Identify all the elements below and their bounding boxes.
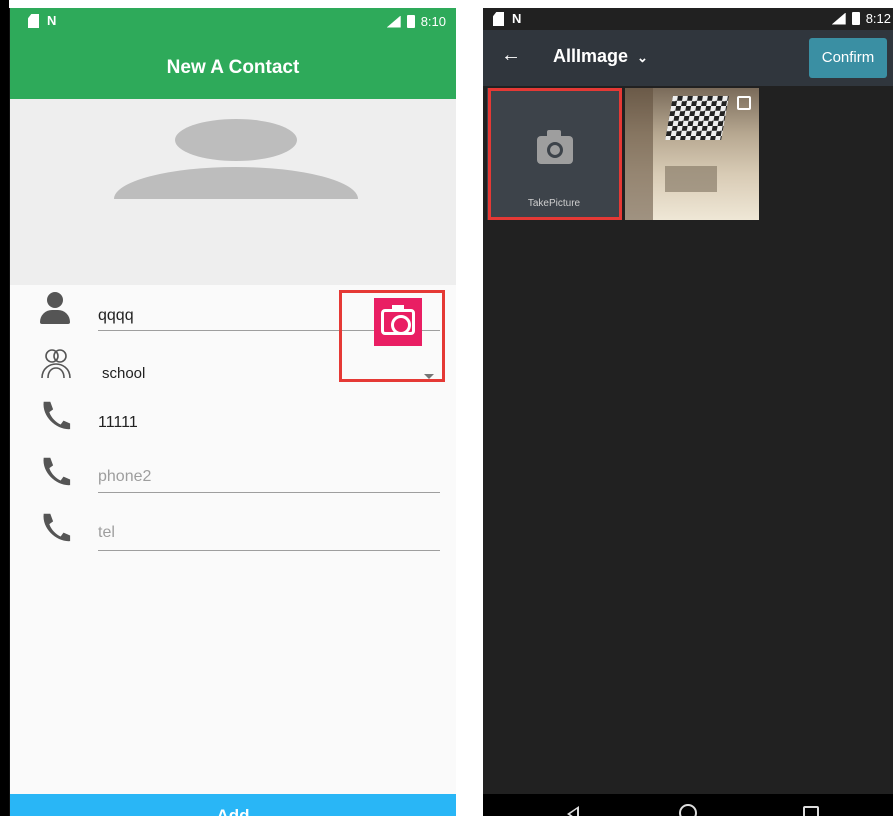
phone1-field[interactable]: 11111	[98, 414, 138, 432]
nav-back-icon[interactable]	[567, 806, 579, 816]
screenshot-pair: N 8:10 New A Contact qqqq school 11111 p…	[0, 0, 893, 816]
phone-icon	[43, 513, 71, 542]
battery-icon	[406, 15, 415, 28]
new-contact-screen: N 8:10 New A Contact qqqq school 11111 p…	[9, 8, 456, 816]
app-bar: New A Contact	[10, 36, 456, 99]
battery-icon	[851, 12, 860, 25]
phone-icon	[43, 401, 71, 430]
n-notification-icon: N	[512, 11, 522, 26]
status-bar: N 8:10	[10, 8, 456, 36]
add-button[interactable]: Add	[10, 794, 456, 816]
checkbox[interactable]	[737, 96, 751, 110]
nav-recents-icon[interactable]	[803, 806, 819, 816]
phone1-row: 11111	[10, 398, 456, 448]
phone-icon	[43, 457, 71, 486]
system-nav-bar	[483, 794, 893, 816]
photo-thumbnail[interactable]	[625, 88, 759, 220]
group-select[interactable]: school	[102, 365, 145, 382]
page-title: New A Contact	[166, 56, 300, 78]
album-title: AllImage	[553, 46, 629, 66]
device-bezel	[0, 0, 9, 816]
tel-underline	[98, 550, 440, 551]
highlight-box	[488, 88, 622, 220]
signal-icon	[386, 15, 401, 28]
name-field[interactable]: qqqq	[98, 307, 134, 325]
sd-card-icon	[28, 14, 39, 28]
group-icon	[41, 349, 71, 379]
phone2-underline	[98, 492, 440, 493]
contact-avatar[interactable]	[10, 99, 456, 285]
album-selector[interactable]: AllImage ⌄	[553, 46, 648, 67]
tel-field[interactable]: tel	[98, 524, 115, 542]
status-bar: N 8:12	[483, 8, 893, 30]
tel-row: tel	[10, 510, 456, 560]
back-arrow-icon[interactable]: ←	[501, 44, 521, 67]
avatar-head-shape	[175, 119, 297, 161]
highlight-box	[339, 290, 445, 382]
person-icon	[38, 292, 74, 328]
sd-card-icon	[493, 12, 504, 26]
status-time: 8:12	[865, 11, 891, 26]
phone2-row: phone2	[10, 454, 456, 504]
image-picker-screen: N 8:12 ← AllImage ⌄ Confirm TakePicture	[483, 8, 893, 816]
signal-icon	[831, 12, 846, 25]
phone2-field[interactable]: phone2	[98, 468, 151, 486]
n-notification-icon: N	[47, 13, 57, 28]
status-time: 8:10	[420, 14, 446, 29]
app-bar: ← AllImage ⌄ Confirm	[483, 30, 893, 86]
confirm-button[interactable]: Confirm	[809, 38, 887, 78]
chevron-down-icon: ⌄	[637, 50, 648, 65]
avatar-body-shape	[114, 167, 358, 199]
nav-home-icon[interactable]	[679, 804, 697, 816]
